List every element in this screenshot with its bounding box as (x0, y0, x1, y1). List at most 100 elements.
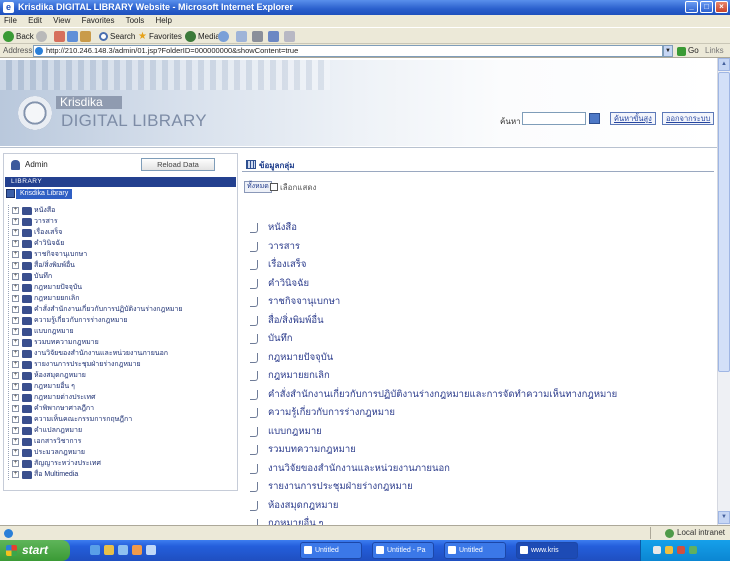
category-item[interactable]: เรื่องเสร็จ (250, 256, 712, 275)
tree-item[interactable]: + คำพิพากษาศาลฎีกา (9, 403, 236, 414)
search-submit-icon[interactable] (589, 113, 600, 124)
expand-icon[interactable]: + (12, 361, 19, 368)
expand-icon[interactable]: + (12, 339, 19, 346)
category-item-label[interactable]: วารสาร (268, 241, 300, 253)
tree-item[interactable]: + คำแปลกฎหมาย (9, 425, 236, 436)
tree-item-label[interactable]: สื่อ Multimedia (34, 470, 78, 480)
select-checkbox[interactable] (270, 183, 278, 191)
category-item[interactable]: กฎหมายยกเลิก (250, 367, 712, 386)
expand-icon[interactable]: + (12, 317, 19, 324)
category-item-label[interactable]: รายงานการประชุมฝ่ายร่างกฎหมาย (268, 481, 413, 493)
address-input[interactable]: http://210.246.148.3/admin/01.jsp?Folder… (33, 45, 663, 57)
expand-icon[interactable]: + (12, 394, 19, 401)
category-item[interactable]: คำวินิจฉัย (250, 275, 712, 294)
tree-item[interactable]: + วารสาร (9, 216, 236, 227)
favorites-button[interactable]: ★ Favorites (138, 29, 182, 43)
expand-icon[interactable]: + (12, 350, 19, 357)
expand-icon[interactable]: + (12, 405, 19, 412)
refresh-button[interactable] (67, 29, 78, 43)
scroll-down-icon[interactable]: ▼ (718, 511, 730, 524)
tree-item-label[interactable]: ความรู้เกี่ยวกับการร่างกฎหมาย (34, 316, 128, 326)
home-button[interactable] (80, 29, 91, 43)
expand-icon[interactable]: + (12, 273, 19, 280)
logout-button[interactable]: ออกจากระบบ (662, 112, 715, 125)
app-quicklaunch-icon[interactable] (146, 545, 156, 555)
tree-item-label[interactable]: เอกสารวิชาการ (34, 437, 81, 447)
category-item-label[interactable]: งานวิจัยของสำนักงานและหน่วยงานภายนอก (268, 463, 450, 475)
task-button[interactable]: Untitled (444, 542, 506, 559)
expand-icon[interactable]: + (12, 251, 19, 258)
expand-icon[interactable]: + (12, 207, 19, 214)
tree-root-selected[interactable]: Krisdika Library (16, 189, 73, 199)
menu-file[interactable]: File (4, 16, 17, 25)
edit-button[interactable] (268, 29, 279, 43)
category-item-label[interactable]: สื่อ/สิ่งพิมพ์อื่น (268, 315, 324, 327)
tree-item-label[interactable]: กฎหมายยกเลิก (34, 294, 79, 304)
category-item[interactable]: คำสั่งสำนักงานเกี่ยวกับการปฏิบัติงานร่าง… (250, 386, 712, 405)
search-input[interactable] (522, 112, 586, 125)
tree-item[interactable]: + งานวิจัยของสำนักงานและหน่วยงานภายนอก (9, 348, 236, 359)
tree-item-label[interactable]: สัญญาระหว่างประเทศ (34, 459, 101, 469)
tree-item-label[interactable]: ความเห็นคณะกรรมการกฤษฎีกา (34, 415, 132, 425)
category-item[interactable]: ความรู้เกี่ยวกับการร่างกฎหมาย (250, 404, 712, 423)
category-item-label[interactable]: เรื่องเสร็จ (268, 259, 306, 271)
category-item-label[interactable]: หนังสือ (268, 222, 297, 234)
forward-button[interactable] (36, 29, 47, 43)
category-item[interactable]: วารสาร (250, 238, 712, 257)
category-item-label[interactable]: กฎหมายยกเลิก (268, 370, 330, 382)
expand-icon[interactable]: + (12, 262, 19, 269)
minimize-button[interactable]: _ (685, 1, 698, 13)
tree-item-label[interactable]: คำวินิจฉัย (34, 239, 64, 249)
menu-view[interactable]: View (53, 16, 70, 25)
category-item-label[interactable]: ราชกิจจานุเบกษา (268, 296, 340, 308)
tree-item[interactable]: + คำวินิจฉัย (9, 238, 236, 249)
tree-item-label[interactable]: ห้องสมุดกฎหมาย (34, 371, 86, 381)
scroll-up-icon[interactable]: ▲ (718, 58, 730, 71)
tree-item[interactable]: + กฎหมายปัจจุบัน (9, 282, 236, 293)
category-item[interactable]: หนังสือ (250, 219, 712, 238)
tree-item[interactable]: + สัญญาระหว่างประเทศ (9, 458, 236, 469)
reload-data-button[interactable]: Reload Data (141, 158, 215, 171)
tree-item-label[interactable]: ราชกิจจานุเบกษา (34, 250, 87, 260)
task-button[interactable]: Untitled - Pa (372, 542, 434, 559)
tree-item[interactable]: + เรื่องเสร็จ (9, 227, 236, 238)
ie-quicklaunch-icon[interactable] (90, 545, 100, 555)
links-label[interactable]: Links (705, 44, 724, 58)
vertical-scrollbar[interactable]: ▲ ▼ (717, 58, 730, 525)
search-button[interactable]: Search (99, 29, 135, 43)
category-item[interactable]: กฎหมายปัจจุบัน (250, 349, 712, 368)
category-item[interactable]: สื่อ/สิ่งพิมพ์อื่น (250, 312, 712, 331)
category-item[interactable]: แบบกฎหมาย (250, 423, 712, 442)
tree-item[interactable]: + คำสั่งสำนักงานเกี่ยวกับการปฏิบัติงานร่า… (9, 304, 236, 315)
category-item-label[interactable]: คำวินิจฉัย (268, 278, 309, 290)
antivirus-icon[interactable] (677, 546, 685, 554)
tree-item[interactable]: + สื่อ Multimedia (9, 469, 236, 480)
tree-item[interactable]: + รวมบทความกฎหมาย (9, 337, 236, 348)
tree-item[interactable]: + กฎหมายยกเลิก (9, 293, 236, 304)
history-button[interactable] (218, 29, 229, 43)
show-all-button[interactable]: ทั้งหมด (244, 181, 272, 193)
tree-item-label[interactable]: งานวิจัยของสำนักงานและหน่วยงานภายนอก (34, 349, 168, 359)
expand-icon[interactable]: + (12, 460, 19, 467)
tree-item-label[interactable]: แบบกฎหมาย (34, 327, 74, 337)
menu-tools[interactable]: Tools (126, 16, 145, 25)
expand-icon[interactable]: + (12, 295, 19, 302)
tree-item-label[interactable]: หนังสือ (34, 206, 55, 216)
tree-item-label[interactable]: กฎหมายต่างประเทศ (34, 393, 96, 403)
category-item-label[interactable]: รวมบทความกฎหมาย (268, 444, 356, 456)
expand-icon[interactable]: + (12, 240, 19, 247)
expand-icon[interactable]: + (12, 471, 19, 478)
print-button[interactable] (252, 29, 263, 43)
maximize-button[interactable]: □ (700, 1, 713, 13)
tree-item-label[interactable]: กฎหมายปัจจุบัน (34, 283, 82, 293)
task-button[interactable]: Untitled (300, 542, 362, 559)
category-item-label[interactable]: ความรู้เกี่ยวกับการร่างกฎหมาย (268, 407, 395, 419)
tree-item-label[interactable]: ประมวลกฎหมาย (34, 448, 85, 458)
tree-item[interactable]: + ราชกิจจานุเบกษา (9, 249, 236, 260)
category-item[interactable]: กฎหมายอื่น ๆ (250, 515, 712, 525)
tree-item[interactable]: + ความเห็นคณะกรรมการกฤษฎีกา (9, 414, 236, 425)
tree-item[interactable]: + ห้องสมุดกฎหมาย (9, 370, 236, 381)
back-button[interactable]: Back (3, 29, 34, 43)
category-item[interactable]: ห้องสมุดกฎหมาย (250, 497, 712, 516)
outlook-quicklaunch-icon[interactable] (104, 545, 114, 555)
